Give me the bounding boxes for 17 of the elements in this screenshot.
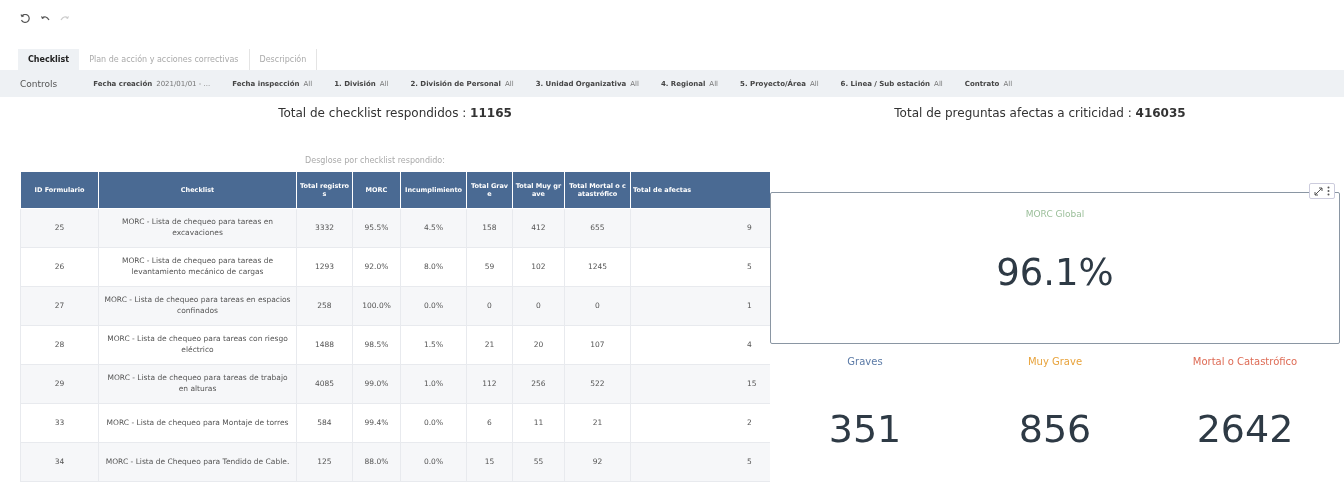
kpi-label: Muy Grave <box>1027 356 1083 367</box>
expand-icon[interactable] <box>1314 186 1323 196</box>
total-text: Total de checklist respondidos : 11165 <box>277 106 513 120</box>
kpi-title: MORC Global <box>1025 209 1085 219</box>
refresh-icon[interactable] <box>20 14 30 24</box>
kpi-value: 351 <box>828 407 902 451</box>
more-icon[interactable] <box>1327 186 1330 196</box>
kpi-value: 96.1% <box>996 251 1114 294</box>
total-text: Total de preguntas afectas a criticidad : 416035 <box>893 106 1187 120</box>
kpi-label: Graves <box>847 356 883 367</box>
undo-icon[interactable] <box>40 15 50 23</box>
kpi-value: 856 <box>1018 407 1092 451</box>
kpi-value: 2642 <box>1196 407 1294 451</box>
kpi-label: Mortal o Catastrófico <box>1192 356 1298 367</box>
controls-label: Controls <box>20 78 58 89</box>
table-caption: Desglose por checklist respondido: <box>304 156 446 165</box>
tab[interactable]: Checklist <box>18 49 80 70</box>
